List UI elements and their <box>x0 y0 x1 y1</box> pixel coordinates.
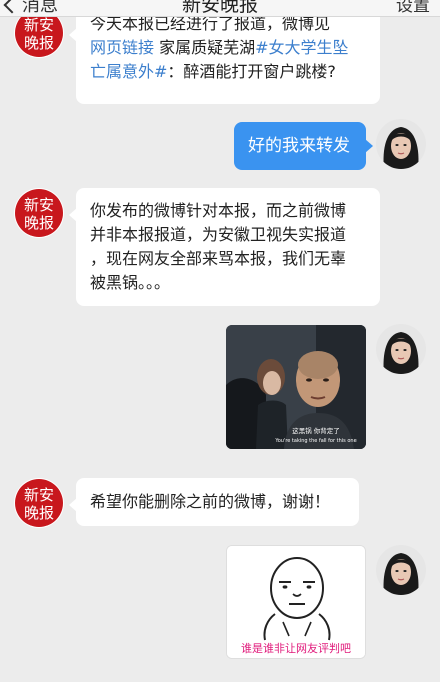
avatar-user[interactable] <box>376 324 426 374</box>
meme-caption: 谁是谁非让网友评判吧 <box>241 641 351 655</box>
settings-button[interactable]: 设置 <box>396 0 430 16</box>
avatar-user[interactable] <box>376 119 426 169</box>
message-line: 亡属意外#：醉酒能打开窗户跳楼? <box>90 60 366 84</box>
avatar-text-bottom: 晚报 <box>24 504 54 522</box>
avatar-text-bottom: 晚报 <box>24 34 54 52</box>
avatar-text-top: 新安 <box>24 16 54 34</box>
message-bubble[interactable]: 今天本报已经进行了报道，微博见 网页链接 家属质疑芜湖#女大学生坠 亡属意外#：… <box>69 8 380 104</box>
message-bubble-sent[interactable]: 好的我来转发 <box>234 122 373 170</box>
nav-bar: 消息 新安晚报 设置 <box>0 0 440 17</box>
message-text: ：醉酒能打开窗户跳楼? <box>167 62 336 81</box>
image-message[interactable]: 谁是谁非让网友评判吧 <box>226 545 366 659</box>
hashtag-link[interactable]: #女大学生坠 <box>255 38 348 57</box>
message-text: 希望你能删除之前的微博，谢谢！ <box>90 492 331 511</box>
avatar-xinan[interactable]: 新安 晚报 <box>14 478 64 528</box>
page-title: 新安晚报 <box>181 0 258 16</box>
avatar-xinan[interactable]: 新安 晚报 <box>14 188 64 238</box>
hashtag-link-cont[interactable]: 亡属意外# <box>90 62 167 81</box>
avatar-user[interactable] <box>376 545 426 595</box>
message-line: 被黑锅。。。 <box>90 273 171 292</box>
message-line: 网页链接 家属质疑芜湖#女大学生坠 <box>90 36 366 60</box>
avatar-text-top: 新安 <box>24 486 54 504</box>
message-line: ，现在网友全部来骂本报，我们无辜 <box>90 249 347 268</box>
web-link[interactable]: 网页链接 <box>90 38 154 57</box>
message-line: 你发布的微博针对本报，而之前微博 <box>90 201 347 220</box>
subtitle-cn: 这黑锅 你背定了 <box>292 426 340 435</box>
avatar-text-top: 新安 <box>24 196 54 214</box>
message-bubble[interactable]: 希望你能删除之前的微博，谢谢！ <box>69 478 359 526</box>
message-line: 并非本报报道，为安徽卫视失实报道 <box>90 225 347 244</box>
message-text: 家属质疑芜湖 <box>154 38 256 57</box>
movie-still-image: 这黑锅 你背定了 You're taking the fall for this… <box>226 325 366 449</box>
message-text: 好的我来转发 <box>248 136 350 156</box>
message-bubble[interactable]: 你发布的微博针对本报，而之前微博 并非本报报道，为安徽卫视失实报道 ，现在网友全… <box>69 188 380 306</box>
image-message[interactable]: 这黑锅 你背定了 You're taking the fall for this… <box>226 325 366 449</box>
avatar-text-bottom: 晚报 <box>24 214 54 232</box>
meme-image: 谁是谁非让网友评判吧 <box>227 546 365 658</box>
subtitle-en: You're taking the fall for this one <box>274 438 356 444</box>
